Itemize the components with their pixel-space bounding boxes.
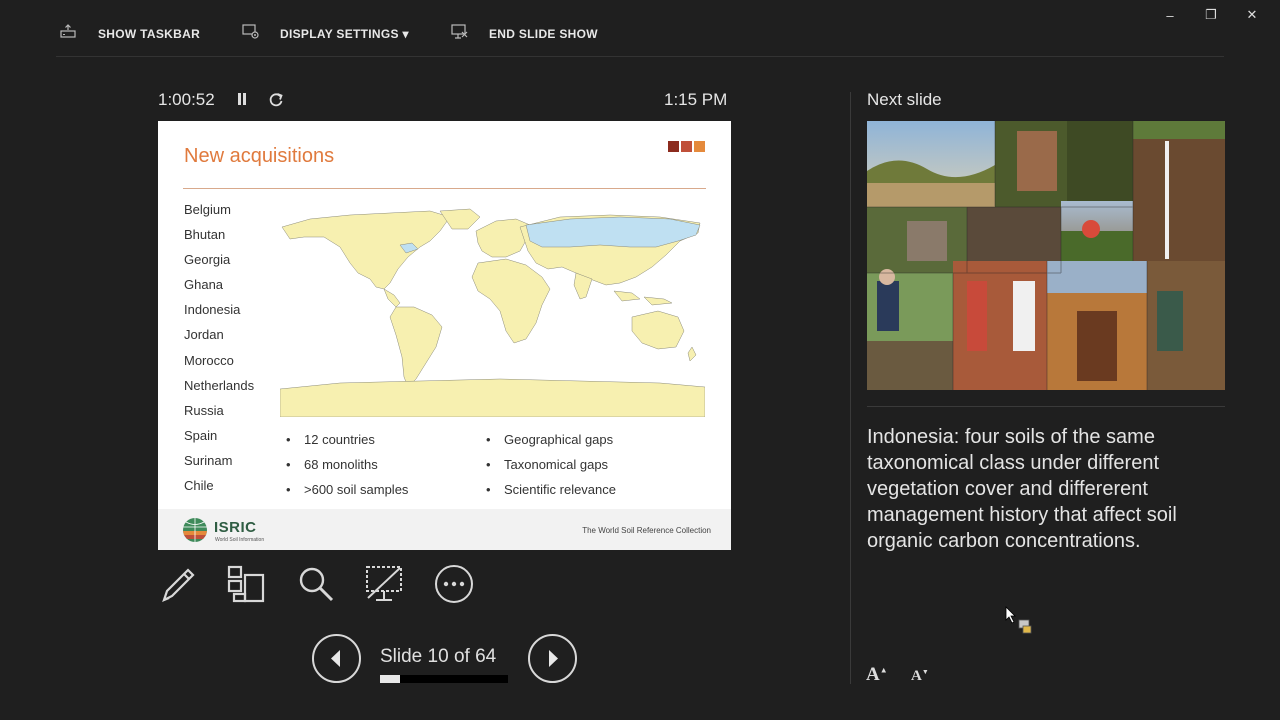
list-item: Belgium [184, 202, 231, 217]
slide-footer: ISRIC World Soil Information The World S… [158, 509, 731, 550]
decrease-font-icon: A [911, 668, 922, 684]
pen-tool-icon[interactable] [158, 564, 198, 604]
list-item: 68 monoliths [282, 456, 408, 481]
slide-title: New acquisitions [184, 145, 335, 167]
taskbar-icon [60, 24, 80, 44]
zoom-icon[interactable] [296, 564, 336, 604]
end-slide-show-button[interactable]: END SLIDE SHOW [451, 22, 598, 46]
display-settings-label: DISPLAY SETTINGS ▾ [280, 27, 409, 41]
next-slide-thumbnail[interactable] [867, 121, 1225, 390]
slide-counter[interactable]: Slide 10 of 64 [380, 646, 496, 668]
accent-square [668, 141, 679, 152]
presenter-toolbar: SHOW TASKBAR DISPLAY SETTINGS ▾ END SLID… [0, 0, 1280, 66]
list-item: Geographical gaps [482, 431, 616, 456]
chevron-right-icon [549, 650, 558, 667]
mouse-cursor-icon [1005, 606, 1032, 634]
all-slides-icon[interactable] [226, 564, 266, 604]
more-options-icon[interactable] [434, 564, 474, 604]
previous-slide-button[interactable] [312, 634, 361, 683]
toolbar-divider [56, 56, 1224, 57]
notes-divider [867, 406, 1225, 407]
list-item: Bhutan [184, 227, 226, 243]
decrease-font-button[interactable]: A▼ [911, 668, 929, 685]
slide-progress-bar [380, 675, 508, 683]
list-item: Taxonomical gaps [482, 456, 616, 481]
close-button[interactable]: ✕ [1238, 4, 1266, 26]
list-item: Morocco [184, 352, 234, 368]
restore-icon: ❐ [1205, 7, 1217, 22]
end-slide-show-label: END SLIDE SHOW [489, 27, 598, 41]
increase-font-icon: A [866, 664, 880, 685]
pane-divider[interactable] [850, 92, 851, 684]
next-slide-label: Next slide [867, 90, 942, 109]
photo-collage [867, 121, 1225, 390]
accent-square [681, 141, 692, 152]
isric-logo-subtitle: World Soil Information [215, 537, 265, 543]
list-item: Netherlands [184, 377, 255, 393]
show-taskbar-button[interactable]: SHOW TASKBAR [60, 22, 200, 46]
reset-icon[interactable] [267, 91, 285, 109]
progress-fill [380, 675, 400, 683]
isric-logo-text: ISRIC [214, 519, 257, 536]
bullet-list-right: Geographical gaps Taxonomical gaps Scien… [482, 431, 616, 506]
world-map [280, 208, 705, 417]
speaker-notes[interactable]: Indonesia: four soils of the same taxono… [867, 424, 1225, 554]
list-item: Russia [184, 402, 224, 418]
accent-square [694, 141, 705, 152]
current-time: 1:15 PM [664, 90, 728, 109]
list-item: Georgia [184, 252, 231, 268]
bullet-list-left: 12 countries 68 monoliths >600 soil samp… [282, 431, 408, 506]
increase-font-button[interactable]: A▲ [866, 664, 888, 686]
title-underline [183, 188, 706, 189]
display-settings-button[interactable]: DISPLAY SETTINGS ▾ [242, 22, 409, 46]
current-slide[interactable]: New acquisitions Belgium Bhutan Georgia … [158, 121, 731, 550]
end-show-icon [451, 24, 471, 44]
list-item: Indonesia [184, 302, 241, 318]
show-taskbar-label: SHOW TASKBAR [98, 27, 201, 41]
minimize-button[interactable]: – [1156, 4, 1184, 26]
list-item: Scientific relevance [482, 481, 616, 506]
display-settings-icon [242, 24, 262, 44]
slide-accent-squares [668, 141, 705, 152]
elapsed-timer: 1:00:52 [158, 90, 215, 109]
chevron-left-icon [331, 650, 340, 667]
list-item: Chile [184, 478, 214, 494]
isric-globe-logo [183, 518, 207, 542]
list-item: >600 soil samples [282, 481, 408, 506]
next-slide-button[interactable] [528, 634, 577, 683]
restore-button[interactable]: ❐ [1197, 4, 1225, 26]
list-item: Spain [184, 427, 218, 443]
pause-icon[interactable] [236, 93, 248, 107]
slide-footer-text: The World Soil Reference Collection [582, 526, 711, 535]
list-item: Jordan [184, 327, 224, 343]
minimize-icon: – [1166, 7, 1174, 23]
list-item: Surinam [184, 452, 233, 468]
close-icon: ✕ [1246, 7, 1258, 22]
black-screen-icon[interactable] [364, 564, 404, 604]
list-item: 12 countries [282, 431, 408, 456]
country-list: Belgium Bhutan Georgia Ghana Indonesia J… [184, 201, 254, 502]
list-item: Ghana [184, 277, 224, 293]
